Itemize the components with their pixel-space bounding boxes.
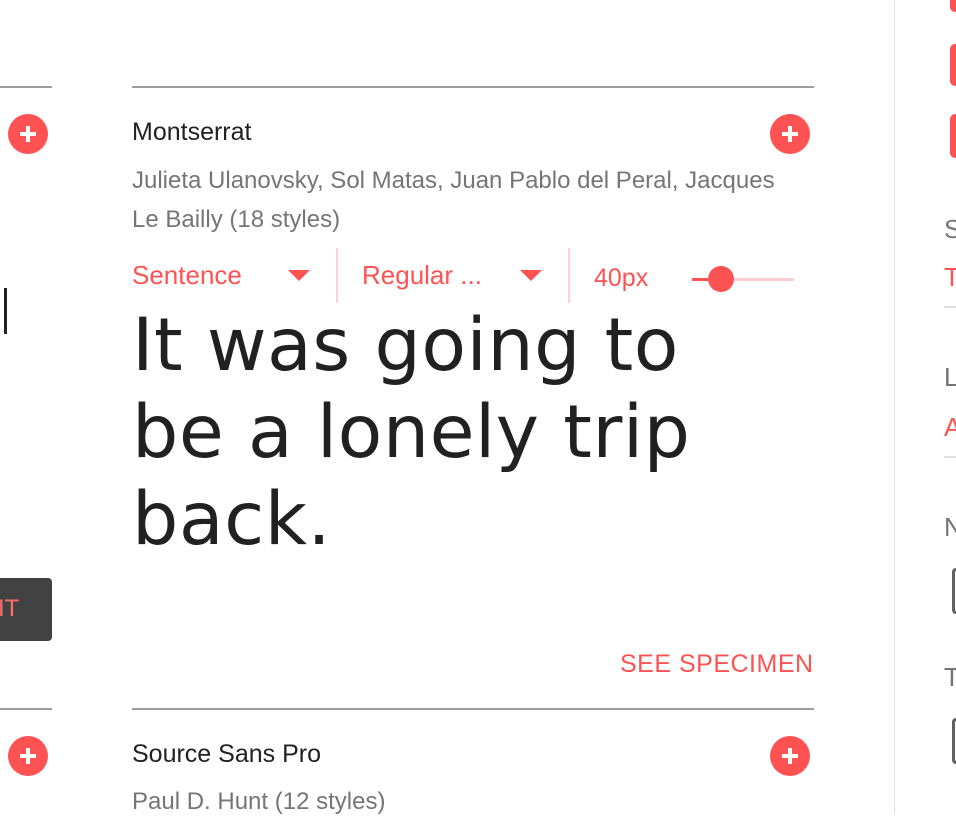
sidebar-divider-line	[944, 456, 956, 458]
sidebar-chip[interactable]	[950, 44, 956, 86]
sidebar-value-partial[interactable]: T	[944, 262, 956, 293]
see-specimen-link[interactable]: SEE SPECIMEN	[620, 650, 814, 679]
left-column-divider-bottom	[0, 708, 52, 710]
sidebar-value-partial[interactable]: A	[944, 412, 956, 443]
control-separator	[568, 248, 570, 303]
caret-down-icon	[288, 270, 310, 281]
sidebar-divider-line	[944, 306, 956, 308]
sample-type-label: Sentence	[132, 260, 242, 290]
sidebar-divider	[894, 0, 895, 814]
sidebar-chip[interactable]	[950, 114, 956, 158]
sidebar-checkbox[interactable]	[952, 568, 956, 614]
plus-icon	[782, 748, 798, 764]
sidebar-heading-partial: L	[944, 362, 956, 392]
add-font-button[interactable]	[770, 114, 810, 154]
style-label: Regular ...	[362, 260, 482, 290]
card-divider-top	[132, 708, 814, 710]
font-size-value: 40px	[594, 264, 649, 292]
left-add-font-button[interactable]	[8, 114, 48, 154]
sidebar-chip[interactable]	[950, 0, 956, 12]
font-family-name[interactable]: Source Sans Pro	[132, 740, 321, 769]
left-dark-button[interactable]: IT	[0, 578, 52, 641]
caret-down-icon	[520, 270, 542, 281]
left-dark-button-label: IT	[0, 595, 20, 622]
add-font-button[interactable]	[770, 736, 810, 776]
left-add-font-button-2[interactable]	[8, 736, 48, 776]
sidebar-heading-partial: N	[944, 512, 956, 542]
control-separator	[336, 248, 338, 303]
sidebar-checkbox[interactable]	[952, 718, 956, 764]
font-size-slider[interactable]	[692, 264, 794, 294]
plus-icon	[20, 126, 36, 142]
font-preview-text[interactable]: It was going to be a lonely trip back.	[132, 302, 782, 563]
slider-thumb[interactable]	[707, 266, 734, 292]
left-column-divider-top	[0, 86, 52, 88]
plus-icon	[20, 748, 36, 764]
sidebar-heading-partial: T	[944, 662, 956, 692]
card-divider-top	[132, 86, 814, 88]
left-partial-glyph	[0, 288, 7, 334]
font-designers: Paul D. Hunt (12 styles)	[132, 788, 386, 815]
font-designers: Julieta Ulanovsky, Sol Matas, Juan Pablo…	[132, 167, 775, 233]
font-family-name[interactable]: Montserrat	[132, 118, 251, 147]
sidebar-heading-partial: S	[944, 214, 956, 244]
plus-icon	[782, 126, 798, 142]
